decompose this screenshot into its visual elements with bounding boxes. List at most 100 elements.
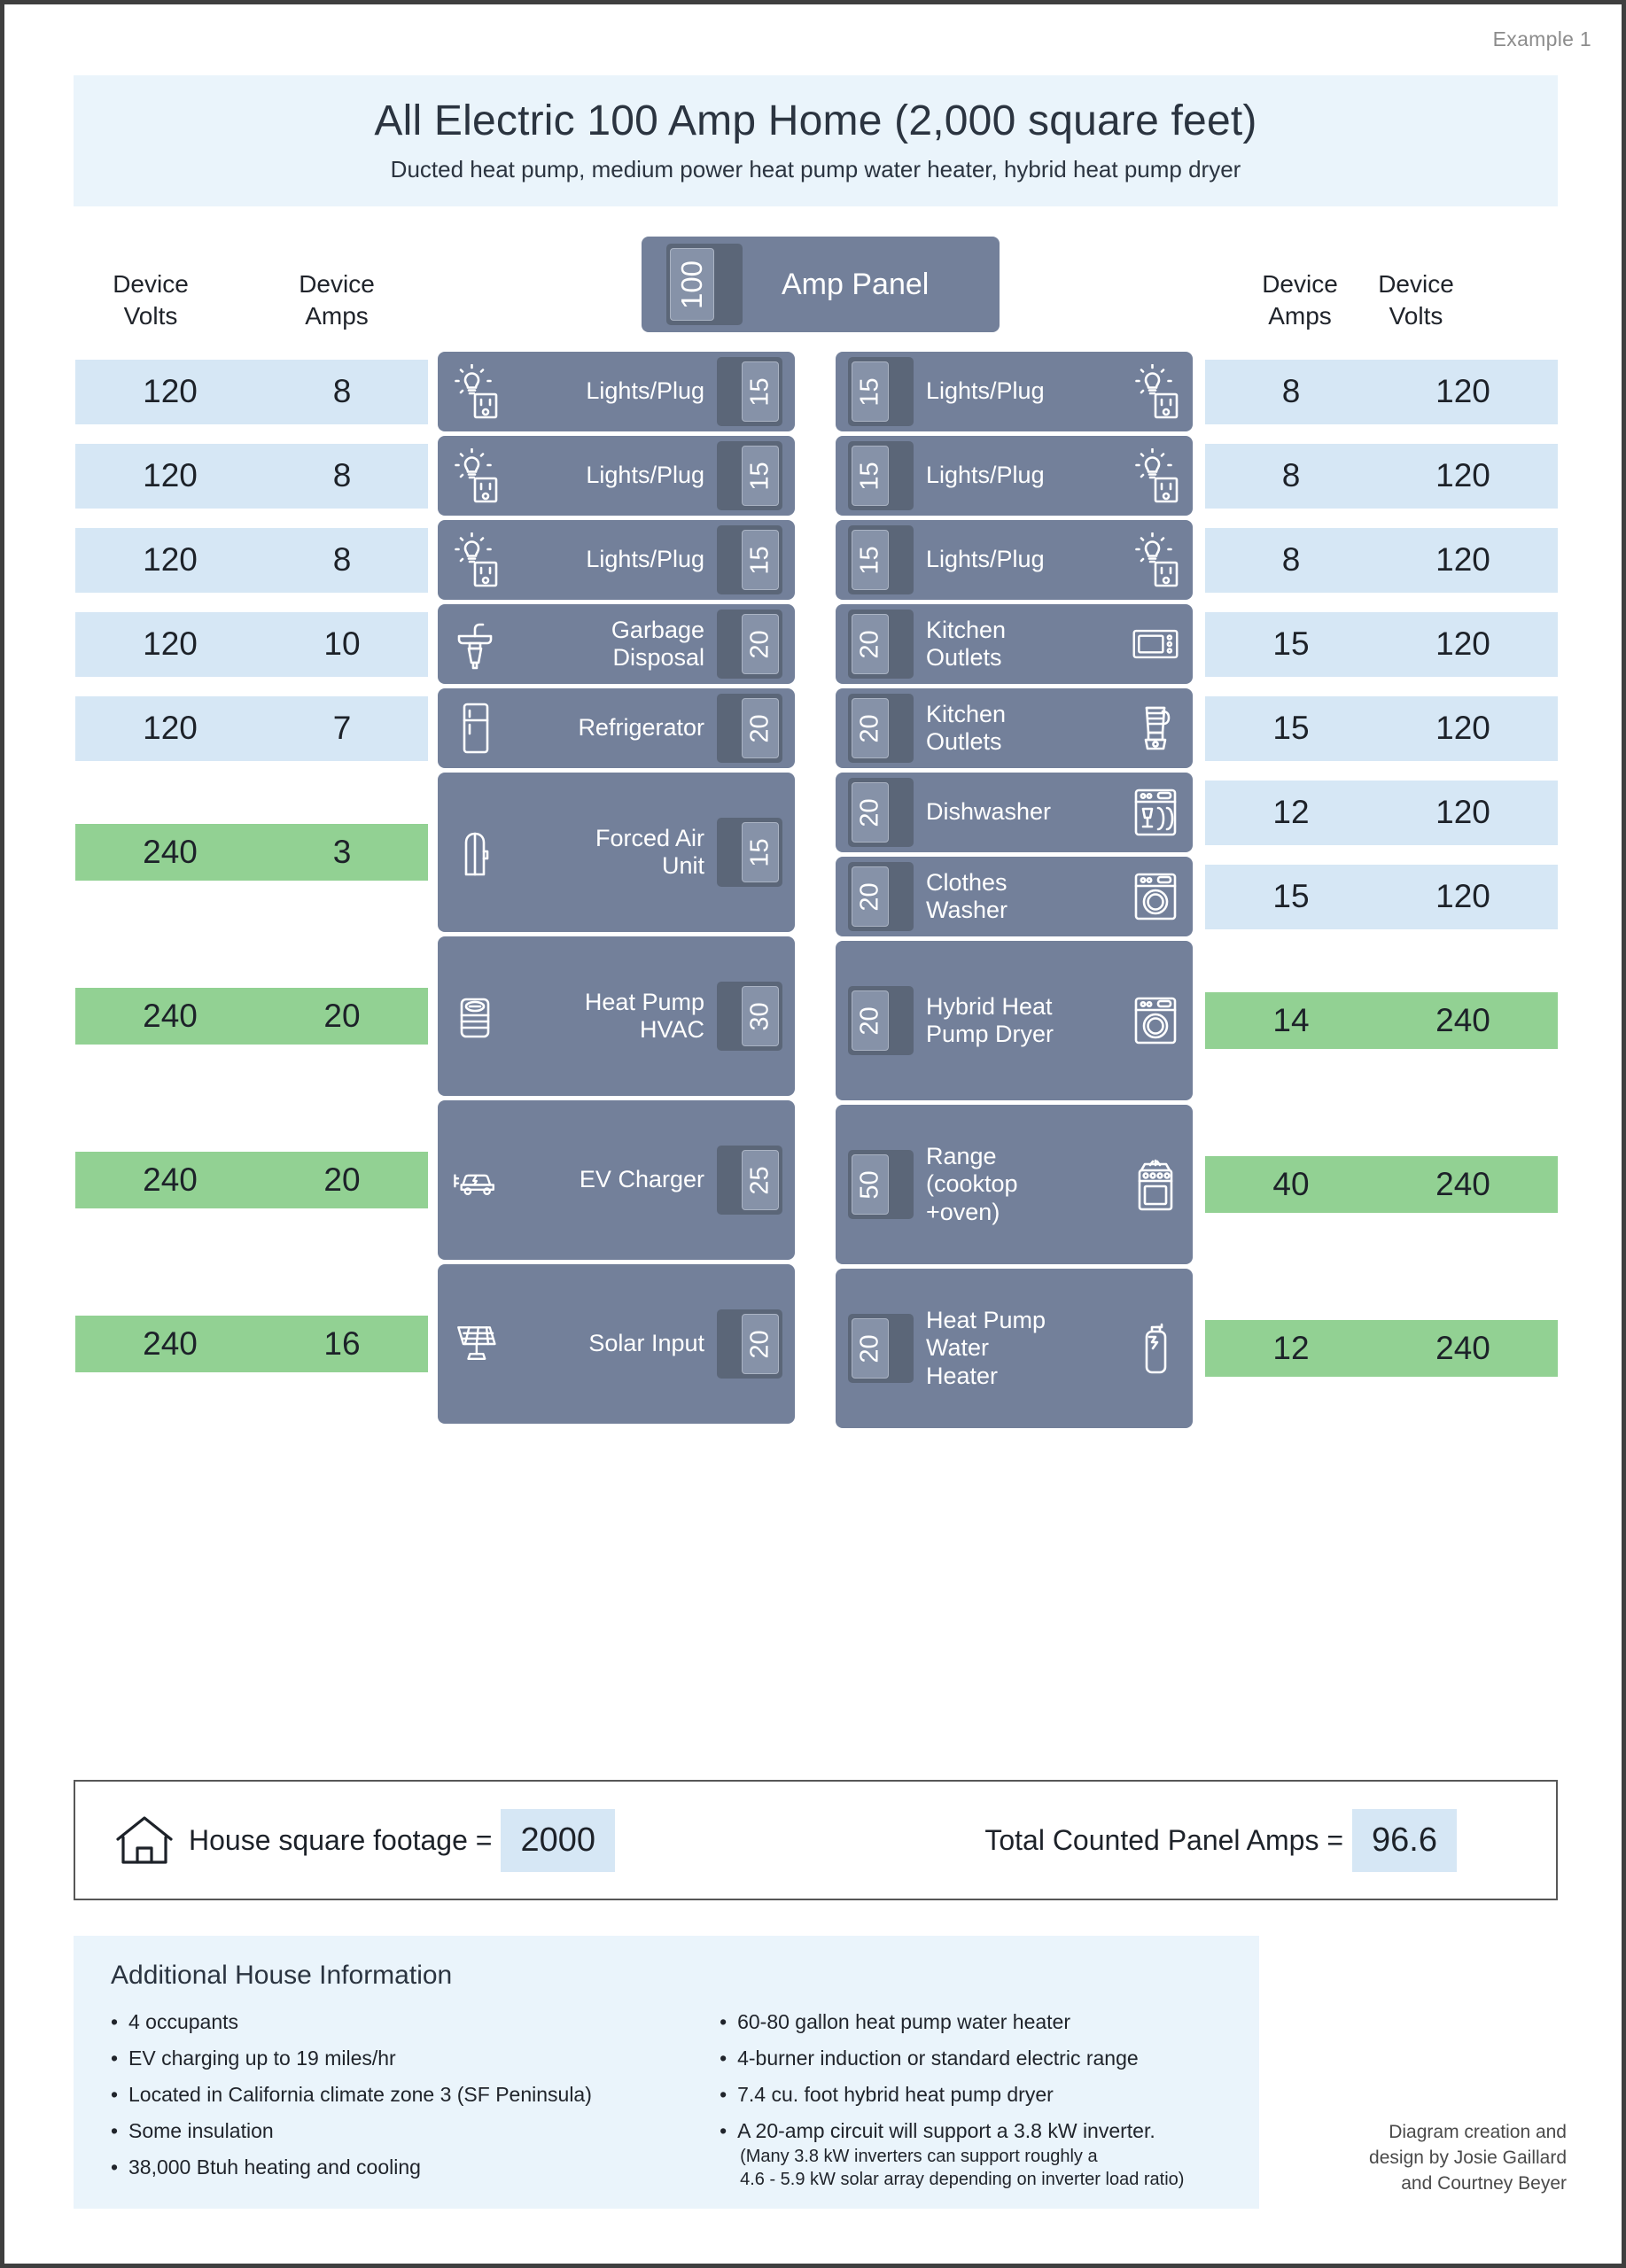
device-amps: 8 [332, 457, 352, 493]
breaker-toggle: 15 [852, 361, 889, 422]
device-volts: 120 [143, 373, 198, 409]
value-row-slot: 120 8 [75, 436, 428, 516]
circuit-card[interactable]: 15 Lights/Plug [836, 520, 1193, 600]
device-value-row: 12 240 [1205, 1320, 1558, 1377]
circuit-card[interactable]: 20 Kitchen Outlets [836, 604, 1193, 684]
additional-info-panel: Additional House Information 4 occupants… [74, 1936, 1259, 2209]
circuit-breaker[interactable]: 50 [848, 1150, 914, 1219]
value-row-slot: 8 120 [1205, 352, 1558, 431]
dishwasher-icon [1131, 785, 1180, 840]
title-band: All Electric 100 Amp Home (2,000 square … [74, 75, 1558, 206]
value-row-slot: 15 120 [1205, 604, 1558, 684]
circuit-breaker[interactable]: 15 [848, 357, 914, 426]
circuit-label: Hybrid Heat Pump Dryer [926, 992, 1054, 1047]
sqft-value[interactable]: 2000 [501, 1808, 616, 1872]
breaker-amp-value: 15 [745, 377, 774, 407]
house-icon [113, 1813, 176, 1868]
device-amps: 40 [1272, 1166, 1310, 1202]
column-header-left-volts: Device Volts [113, 270, 189, 330]
page-subtitle: Ducted heat pump, medium power heat pump… [390, 156, 1241, 183]
circuit-card[interactable]: EV Charger 25 [438, 1100, 795, 1260]
circuit-card[interactable]: 15 Lights/Plug [836, 436, 1193, 516]
device-volts: 240 [143, 998, 198, 1034]
main-breaker[interactable]: 100 [666, 244, 743, 325]
clothes-washer-icon [1131, 869, 1180, 924]
total-amps-value[interactable]: 96.6 [1352, 1808, 1457, 1872]
circuit-breaker[interactable]: 20 [717, 610, 782, 679]
device-amps: 12 [1272, 1330, 1310, 1366]
circuit-card[interactable]: Forced Air Unit 15 [438, 773, 795, 932]
circuit-card[interactable]: Lights/Plug 15 [438, 436, 795, 516]
breaker-toggle: 20 [742, 1314, 779, 1374]
lightbulb-outlet-icon [450, 364, 500, 419]
value-row-slot: 15 120 [1205, 857, 1558, 936]
device-volts: 240 [1435, 1166, 1490, 1202]
value-row-slot: 240 3 [75, 773, 428, 932]
device-volts: 120 [1435, 794, 1490, 830]
circuit-card[interactable]: 20 Kitchen Outlets [836, 688, 1193, 768]
info-bullet-note: (Many 3.8 kW inverters can support rough… [740, 2147, 1185, 2189]
circuit-label: Refrigerator [578, 714, 704, 742]
circuit-card[interactable]: Solar Input 20 [438, 1264, 795, 1424]
circuit-card[interactable]: 20 Heat Pump Water Heater [836, 1269, 1193, 1428]
circuit-breaker[interactable]: 15 [717, 525, 782, 594]
circuit-breaker[interactable]: 15 [717, 818, 782, 887]
value-row-slot: 40 240 [1205, 1105, 1558, 1264]
circuit-label: Range (cooktop +oven) [926, 1143, 1018, 1225]
device-volts: 240 [143, 1325, 198, 1362]
device-value-row: 240 20 [75, 1152, 428, 1208]
device-volts: 120 [1435, 541, 1490, 578]
device-value-row: 120 8 [75, 359, 428, 424]
value-row-slot: 12 240 [1205, 1269, 1558, 1428]
breaker-toggle: 20 [852, 866, 889, 927]
circuit-breaker[interactable]: 25 [717, 1146, 782, 1215]
value-row-slot: 12 120 [1205, 773, 1558, 852]
circuit-card[interactable]: 50 Range (cooktop +oven) [836, 1105, 1193, 1264]
breaker-toggle: 15 [742, 446, 779, 506]
circuit-card[interactable]: 20 Clothes Washer [836, 857, 1193, 936]
circuit-breaker[interactable]: 15 [717, 441, 782, 510]
device-value-row: 120 8 [75, 527, 428, 593]
circuit-breaker[interactable]: 20 [848, 1314, 914, 1383]
breaker-amp-value: 15 [745, 545, 774, 575]
circuit-breaker[interactable]: 20 [848, 986, 914, 1055]
circuit-card[interactable]: Lights/Plug 15 [438, 520, 795, 600]
lightbulb-outlet-icon [1131, 448, 1180, 503]
circuit-breaker[interactable]: 15 [848, 441, 914, 510]
device-value-row: 40 240 [1205, 1156, 1558, 1213]
circuit-breaker[interactable]: 30 [717, 982, 782, 1051]
device-volts: 120 [1435, 373, 1490, 409]
circuit-breaker[interactable]: 20 [717, 694, 782, 763]
circuit-breaker[interactable]: 20 [848, 694, 914, 763]
value-row-slot: 120 8 [75, 352, 428, 431]
circuit-label: Dishwasher [926, 798, 1052, 826]
info-bullet: 60-80 gallon heat pump water heater [720, 2012, 1241, 2033]
water-heater-icon [1131, 1321, 1180, 1376]
circuit-card[interactable]: Refrigerator 20 [438, 688, 795, 768]
device-amps: 8 [1281, 541, 1301, 578]
value-row-slot: 120 10 [75, 604, 428, 684]
circuit-breaker[interactable]: 20 [848, 862, 914, 931]
breaker-toggle: 15 [742, 822, 779, 882]
circuit-card[interactable]: 20 Dishwasher [836, 773, 1193, 852]
device-value-row: 15 120 [1205, 611, 1558, 677]
page-title: All Electric 100 Amp Home (2,000 square … [374, 97, 1257, 144]
breaker-toggle: 30 [742, 986, 779, 1046]
circuit-card[interactable]: 15 Lights/Plug [836, 352, 1193, 431]
breaker-amp-value: 30 [745, 1001, 774, 1031]
info-bullet: 4 occupants [111, 2012, 720, 2033]
circuit-breaker[interactable]: 15 [717, 357, 782, 426]
circuit-card[interactable]: Heat Pump HVAC 30 [438, 936, 795, 1096]
device-value-row: 14 240 [1205, 992, 1558, 1049]
diagram-page: Example 1 All Electric 100 Amp Home (2,0… [0, 0, 1626, 2268]
circuit-breaker[interactable]: 20 [717, 1309, 782, 1379]
circuit-card[interactable]: Garbage Disposal 20 [438, 604, 795, 684]
main-amp-panel[interactable]: 100 Amp Panel [642, 237, 1000, 332]
right-circuit-column: 15 Lights/Plug 15 Lights/Plug 15 Lights/Plu… [836, 352, 1193, 1433]
circuit-card[interactable]: Lights/Plug 15 [438, 352, 795, 431]
circuit-breaker[interactable]: 20 [848, 778, 914, 847]
circuit-card[interactable]: 20 Hybrid Heat Pump Dryer [836, 941, 1193, 1100]
circuit-breaker[interactable]: 15 [848, 525, 914, 594]
circuit-breaker[interactable]: 20 [848, 610, 914, 679]
device-amps: 20 [323, 1161, 361, 1198]
